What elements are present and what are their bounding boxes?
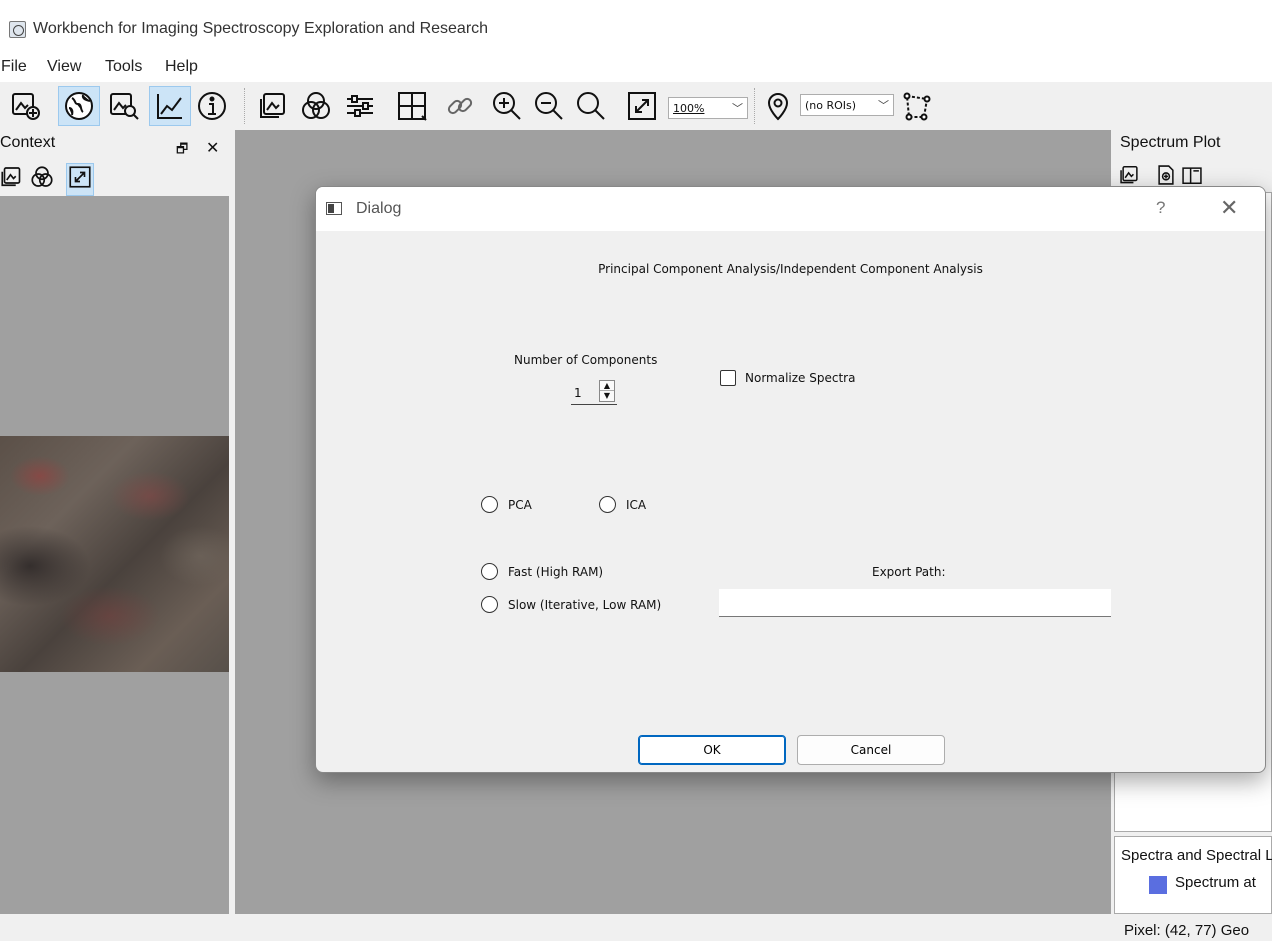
dialog-title: Dialog	[356, 200, 402, 217]
sliders-icon[interactable]	[340, 86, 380, 126]
context-toolbar	[0, 162, 233, 196]
cancel-button[interactable]: Cancel	[797, 735, 945, 765]
context-panel-title: Context	[0, 134, 56, 151]
grid-icon[interactable]	[392, 86, 432, 126]
help-button[interactable]: ?	[1156, 198, 1165, 218]
spin-buttons: ▲ ▼	[599, 380, 615, 402]
toolbar-separator	[244, 88, 245, 124]
spectra-list-title: Spectra and Spectral Libraries	[1121, 847, 1272, 864]
zoom-reset-icon[interactable]	[572, 86, 610, 126]
spectrum-panel-header: Spectrum Plot	[1120, 134, 1270, 156]
spin-up-icon[interactable]: ▲	[600, 381, 614, 391]
menu-help[interactable]: Help	[165, 58, 198, 76]
context-view[interactable]	[0, 196, 229, 914]
menu-view[interactable]: View	[47, 58, 81, 76]
num-components-spinbox[interactable]: 1 ▲ ▼	[571, 379, 617, 405]
zoom-in-icon[interactable]	[488, 86, 526, 126]
fit-icon[interactable]	[66, 163, 94, 196]
normalize-spectra-checkbox[interactable]	[720, 370, 736, 386]
ica-radio[interactable]	[599, 496, 616, 513]
slow-radio[interactable]	[481, 596, 498, 613]
pca-ica-dialog: Dialog ? ✕ Principal Component Analysis/…	[315, 186, 1266, 773]
window-titlebar: Workbench for Imaging Spectroscopy Explo…	[0, 0, 1272, 56]
spectrum-color-swatch	[1149, 876, 1167, 894]
zoom-level-value: 100%	[673, 101, 705, 115]
menu-file[interactable]: File	[1, 58, 27, 76]
pca-label: PCA	[508, 498, 532, 512]
float-panel-icon[interactable]: 🗗	[176, 140, 188, 162]
menu-tools[interactable]: Tools	[105, 58, 142, 76]
context-image-thumbnail[interactable]	[0, 436, 229, 672]
fast-label: Fast (High RAM)	[508, 565, 604, 579]
dialog-body: Principal Component Analysis/Independent…	[316, 231, 1265, 772]
geo-globe-icon[interactable]	[58, 86, 100, 126]
image-stretch-icon[interactable]	[254, 86, 294, 126]
num-components-label: Number of Components	[514, 353, 658, 367]
dialog-heading: Principal Component Analysis/Independent…	[598, 262, 983, 276]
add-image-icon[interactable]	[6, 86, 46, 126]
close-panel-icon[interactable]: ✕	[206, 138, 219, 158]
zoom-image-icon[interactable]	[104, 86, 144, 126]
pca-radio[interactable]	[481, 496, 498, 513]
spectrum-toolbar	[1119, 164, 1269, 188]
roi-select[interactable]: (no ROIs) ﹀	[800, 94, 894, 116]
chevron-down-icon: ﹀	[732, 102, 743, 115]
zoom-out-icon[interactable]	[530, 86, 568, 126]
bands-icon[interactable]	[296, 86, 336, 126]
spectrum-list-item[interactable]: Spectrum at	[1175, 874, 1256, 891]
info-icon[interactable]	[193, 86, 231, 126]
menu-bar: File View Tools Help	[0, 56, 1272, 82]
normalize-spectra-label: Normalize Spectra	[745, 371, 856, 385]
fast-radio[interactable]	[481, 563, 498, 580]
close-button[interactable]: ✕	[1220, 195, 1238, 221]
status-text: Pixel: (42, 77) Geo	[1124, 922, 1250, 939]
dialog-titlebar: Dialog ? ✕	[316, 187, 1265, 231]
image-stretch-icon[interactable]	[0, 165, 24, 194]
status-bar: Pixel: (42, 77) Geo	[0, 914, 1272, 941]
chevron-down-icon: ﹀	[878, 99, 889, 112]
zoom-level-select[interactable]: 100% ﹀	[668, 97, 748, 119]
fit-icon[interactable]	[622, 86, 662, 126]
context-panel: Context 🗗 ✕	[0, 130, 233, 914]
spectra-list: Spectra and Spectral Libraries Spectrum …	[1114, 836, 1272, 914]
ica-label: ICA	[626, 498, 647, 512]
link-icon[interactable]	[440, 86, 480, 126]
app-icon	[9, 21, 26, 38]
roi-select-value: (no ROIs)	[805, 98, 857, 112]
main-toolbar: 100% ﹀ (no ROIs) ﹀	[0, 82, 1272, 130]
slow-label: Slow (Iterative, Low RAM)	[508, 598, 662, 612]
window-title: Workbench for Imaging Spectroscopy Explo…	[33, 20, 489, 37]
toolbar-separator	[754, 88, 755, 124]
dialog-window-icon	[326, 202, 342, 215]
polygon-roi-icon[interactable]	[898, 86, 936, 126]
spectrum-plot-icon[interactable]	[149, 86, 191, 126]
ok-button[interactable]: OK	[638, 735, 786, 765]
spin-down-icon[interactable]: ▼	[600, 391, 614, 401]
bands-icon[interactable]	[30, 165, 54, 194]
export-path-label: Export Path:	[872, 565, 946, 579]
num-components-value: 1	[574, 386, 582, 400]
spectrum-panel-title: Spectrum Plot	[1120, 134, 1221, 151]
export-path-input[interactable]	[719, 589, 1111, 617]
location-pin-icon[interactable]	[760, 86, 796, 126]
context-panel-header: Context 🗗 ✕	[0, 134, 233, 158]
